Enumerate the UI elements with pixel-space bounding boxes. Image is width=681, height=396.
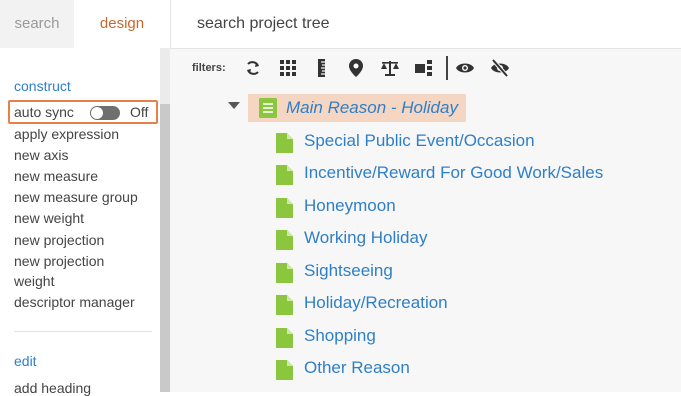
auto-sync-row: auto sync Off [8, 100, 158, 124]
file-icon [276, 133, 293, 158]
file-icon [276, 263, 293, 288]
ruler-icon[interactable] [312, 58, 332, 78]
file-icon [276, 230, 293, 255]
location-pin-icon[interactable] [346, 58, 366, 78]
collapse-caret-icon[interactable] [228, 102, 240, 109]
file-icon [276, 295, 293, 320]
section-edit[interactable]: edit [14, 353, 37, 369]
tree-node-label: Incentive/Reward For Good Work/Sales [304, 163, 604, 182]
hierarchy-icon[interactable] [414, 58, 434, 78]
tree-node-label: Special Public Event/Occasion [304, 131, 535, 150]
section-divider [14, 331, 152, 332]
eye-slash-icon[interactable] [490, 58, 510, 78]
menu-new-measure[interactable]: new measure [14, 168, 98, 184]
eye-icon[interactable] [455, 58, 475, 78]
auto-sync-label: auto sync [14, 104, 74, 120]
panel-tabs: search design [0, 0, 170, 48]
menu-new-weight[interactable]: new weight [14, 210, 84, 226]
tree-node-label: Other Reason [304, 358, 410, 377]
balance-scale-icon[interactable] [380, 58, 400, 78]
menu-new-projection[interactable]: new projection [14, 232, 104, 248]
document-lines-icon [259, 98, 277, 123]
section-construct[interactable]: construct [14, 78, 71, 94]
tree-node-label: Holiday/Recreation [304, 293, 448, 312]
tree-node-label: Honeymoon [304, 196, 396, 215]
menu-new-measure-group[interactable]: new measure group [14, 189, 138, 205]
tree-node-label: Sightseeing [304, 261, 393, 280]
menu-descriptor-manager[interactable]: descriptor manager [14, 294, 135, 310]
menu-new-axis[interactable]: new axis [14, 147, 68, 163]
auto-sync-state: Off [130, 104, 149, 120]
menu-apply-expression[interactable]: apply expression [14, 126, 119, 142]
file-icon [276, 198, 293, 223]
tree-node-label: Shopping [304, 326, 376, 345]
sidebar-scrollbar[interactable] [160, 48, 170, 392]
tree-search-input[interactable] [197, 0, 667, 48]
tab-design[interactable]: design [74, 0, 170, 48]
file-icon [276, 328, 293, 353]
tree-root-label[interactable]: Main Reason - Holiday [286, 98, 458, 118]
toggle-knob [91, 107, 103, 119]
auto-sync-toggle[interactable] [90, 106, 120, 120]
scrollbar-thumb[interactable] [160, 104, 170, 392]
menu-new-projection-2[interactable]: new projection [14, 253, 104, 269]
menu-add-heading[interactable]: add heading [14, 380, 91, 396]
menu-weight[interactable]: weight [14, 273, 54, 289]
grid-icon[interactable] [278, 58, 298, 78]
file-icon [276, 360, 293, 385]
tab-search[interactable]: search [0, 0, 74, 48]
file-icon [276, 165, 293, 190]
tree-node-label: Working Holiday [304, 228, 428, 247]
filters-label: filters: [192, 62, 226, 74]
filter-separator [446, 56, 448, 80]
refresh-icon[interactable] [243, 58, 263, 78]
